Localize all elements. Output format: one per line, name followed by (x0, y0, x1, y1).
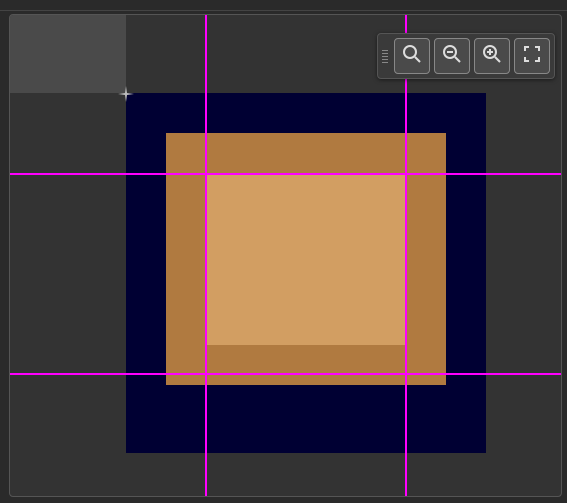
zoom-out-button[interactable] (434, 38, 470, 74)
guide-horizontal-2 (10, 373, 561, 375)
guide-vertical-1 (205, 15, 207, 496)
inner-square (206, 173, 406, 345)
fullscreen-button[interactable] (514, 38, 550, 74)
guide-horizontal-1 (10, 173, 561, 175)
guide-vertical-2 (405, 15, 407, 496)
zoom-reset-button[interactable] (394, 38, 430, 74)
magnifier-plus-icon (482, 44, 502, 69)
canvas-viewport[interactable] (9, 14, 562, 497)
window-top-strip (0, 0, 567, 11)
magnifier-reset-icon (402, 44, 422, 69)
origin-corner-block (10, 15, 126, 93)
zoom-toolbar (377, 33, 555, 79)
toolbar-drag-handle-icon[interactable] (382, 50, 388, 63)
fullscreen-icon (522, 44, 542, 69)
magnifier-minus-icon (442, 44, 462, 69)
zoom-in-button[interactable] (474, 38, 510, 74)
